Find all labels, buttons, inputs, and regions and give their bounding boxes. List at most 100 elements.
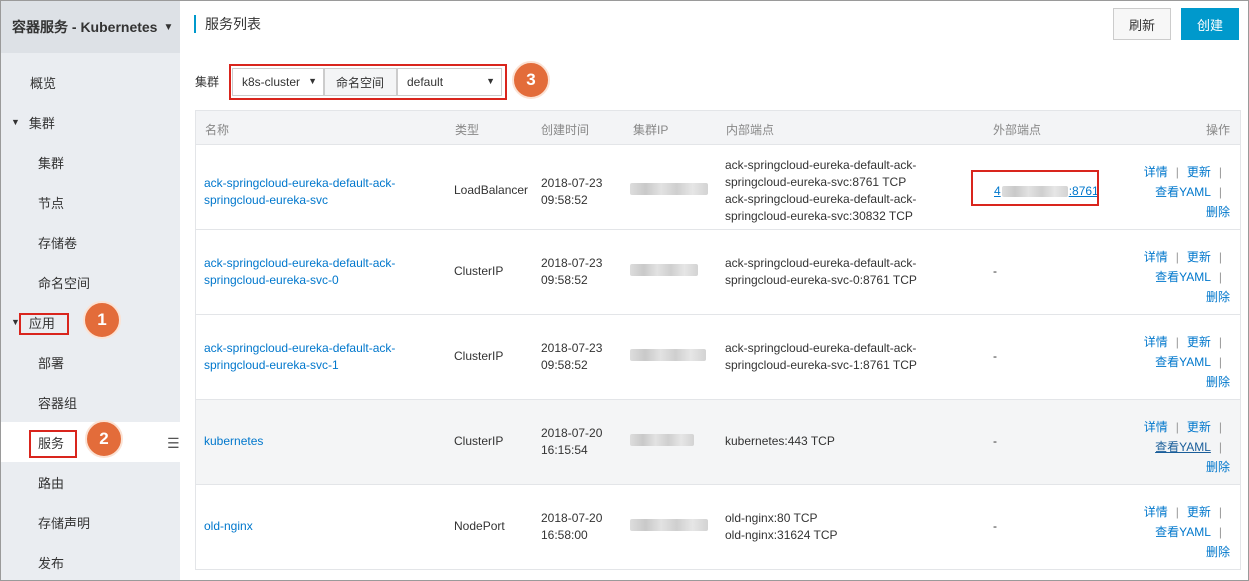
update-link[interactable]: 更新 [1187, 420, 1211, 434]
main-content: 服务列表 刷新 创建 集群 k8s-cluster ▼ 命名空间 default… [181, 1, 1248, 580]
sidebar-item-label: 容器组 [38, 395, 78, 411]
view-yaml-link[interactable]: 查看YAML [1155, 185, 1211, 199]
created-time: 2018-07-20 16:58:00 [541, 510, 602, 544]
service-name-line: springcloud-eureka-svc-0 [204, 273, 339, 287]
highlight-box-external-endpoint [971, 170, 1099, 206]
created-clock: 09:58:52 [541, 358, 588, 372]
detail-link[interactable]: 详情 [1144, 420, 1168, 434]
detail-link[interactable]: 详情 [1144, 505, 1168, 519]
sidebar-collapse-icon[interactable]: ☰ [167, 435, 181, 451]
delete-link[interactable]: 删除 [1206, 290, 1230, 304]
column-header-name: 名称 [205, 123, 230, 137]
separator: | [1218, 335, 1222, 349]
service-name-line: springcloud-eureka-svc-1 [204, 358, 339, 372]
sidebar-item-label: 发布 [38, 555, 65, 571]
product-switcher[interactable]: 容器服务 - Kubernetes ▼ [1, 1, 180, 53]
row-actions: 详情 | 更新 | 查看YAML | 删除 [1120, 162, 1230, 222]
view-yaml-link[interactable]: 查看YAML [1155, 440, 1211, 454]
sidebar-item-nodes[interactable]: 节点 [1, 182, 180, 222]
sidebar-item-pods[interactable]: 容器组 [1, 382, 180, 422]
separator: | [1218, 185, 1222, 199]
service-name-line: springcloud-eureka-svc [204, 193, 329, 207]
separator: | [1175, 335, 1179, 349]
table-row: ack-springcloud-eureka-default-ack- spri… [195, 230, 1241, 315]
delete-link[interactable]: 删除 [1206, 460, 1230, 474]
endpoint-line: ack-springcloud-eureka-default-ack- [725, 341, 917, 355]
service-type: ClusterIP [454, 434, 504, 448]
view-yaml-link[interactable]: 查看YAML [1155, 525, 1211, 539]
service-name-link[interactable]: kubernetes [204, 433, 263, 450]
internal-endpoint: kubernetes:443 TCP [725, 433, 835, 450]
column-header-created: 创建时间 [541, 123, 590, 137]
step-badge-3: 3 [512, 61, 550, 99]
row-actions: 详情 | 更新 | 查看YAML | 删除 [1120, 247, 1230, 307]
service-type: LoadBalancer [454, 183, 529, 197]
delete-link[interactable]: 删除 [1206, 545, 1230, 559]
created-date: 2018-07-23 [541, 256, 603, 270]
table-row: kubernetes ClusterIP 2018-07-20 16:15:54… [195, 400, 1241, 485]
cluster-ip-redacted [630, 434, 694, 446]
internal-endpoint: old-nginx:80 TCP old-nginx:31624 TCP [725, 510, 838, 544]
sidebar-item-label: 部署 [38, 355, 65, 371]
created-time: 2018-07-23 09:58:52 [541, 175, 602, 209]
detail-link[interactable]: 详情 [1144, 165, 1168, 179]
update-link[interactable]: 更新 [1187, 505, 1211, 519]
detail-link[interactable]: 详情 [1144, 250, 1168, 264]
service-name-line: ack-springcloud-eureka-default-ack- [204, 176, 396, 190]
column-header-internal-endpoint: 内部端点 [726, 123, 775, 137]
external-endpoint: - [993, 434, 997, 448]
external-endpoint: - [993, 519, 997, 533]
sidebar-item-label: 概览 [30, 75, 57, 91]
delete-link[interactable]: 删除 [1206, 375, 1230, 389]
refresh-button[interactable]: 刷新 [1113, 8, 1171, 40]
sidebar-item-deployments[interactable]: 部署 [1, 342, 180, 382]
sidebar-item-clusters[interactable]: 集群 [1, 142, 180, 182]
sidebar-item-ingress[interactable]: 路由 [1, 462, 180, 502]
sidebar-item-namespaces[interactable]: 命名空间 [1, 262, 180, 302]
column-header-type: 类型 [455, 123, 480, 137]
table-header: 名称 类型 创建时间 集群IP 内部端点 外部端点 操作 [195, 110, 1241, 145]
service-name-line: ack-springcloud-eureka-default-ack- [204, 341, 396, 355]
created-time: 2018-07-23 09:58:52 [541, 340, 602, 374]
create-button[interactable]: 创建 [1181, 8, 1239, 40]
highlight-box-filters [229, 64, 507, 100]
endpoint-line: springcloud-eureka-svc:30832 TCP [725, 209, 913, 223]
view-yaml-link[interactable]: 查看YAML [1155, 355, 1211, 369]
external-endpoint: - [993, 264, 997, 278]
detail-link[interactable]: 详情 [1144, 335, 1168, 349]
sidebar-item-overview[interactable]: 概览 [1, 62, 180, 102]
service-name-link[interactable]: ack-springcloud-eureka-default-ack- spri… [204, 175, 395, 209]
endpoint-line: springcloud-eureka-svc-1:8761 TCP [725, 358, 917, 372]
triangle-down-icon: ▼ [11, 117, 20, 127]
internal-endpoint: ack-springcloud-eureka-default-ack- spri… [725, 157, 916, 225]
service-type: ClusterIP [454, 264, 504, 278]
update-link[interactable]: 更新 [1187, 335, 1211, 349]
separator: | [1218, 525, 1222, 539]
sidebar-item-volumes[interactable]: 存储卷 [1, 222, 180, 262]
sidebar-item-label: 集群 [38, 155, 65, 171]
service-name-link[interactable]: ack-springcloud-eureka-default-ack- spri… [204, 255, 395, 289]
separator: | [1218, 270, 1222, 284]
separator: | [1175, 250, 1179, 264]
update-link[interactable]: 更新 [1187, 250, 1211, 264]
sidebar-group-label: 集群 [28, 115, 55, 131]
created-date: 2018-07-20 [541, 426, 603, 440]
sidebar-item-release[interactable]: 发布 [1, 542, 180, 580]
update-link[interactable]: 更新 [1187, 165, 1211, 179]
service-name-link[interactable]: old-nginx [204, 518, 253, 535]
sidebar-group-clusters[interactable]: ▼ 集群 [1, 102, 180, 142]
service-name-link[interactable]: ack-springcloud-eureka-default-ack- spri… [204, 340, 395, 374]
row-actions: 详情 | 更新 | 查看YAML | 删除 [1120, 417, 1230, 477]
cluster-ip-redacted [630, 264, 698, 276]
endpoint-line: old-nginx:31624 TCP [725, 528, 838, 542]
created-time: 2018-07-20 16:15:54 [541, 425, 602, 459]
row-actions: 详情 | 更新 | 查看YAML | 删除 [1120, 332, 1230, 392]
endpoint-line: ack-springcloud-eureka-default-ack- [725, 192, 917, 206]
sidebar-item-pvc[interactable]: 存储声明 [1, 502, 180, 542]
app-window: 容器服务 - Kubernetes ▼ 概览 ▼ 集群 集群 节点 存储卷 命名空… [0, 0, 1249, 581]
delete-link[interactable]: 删除 [1206, 205, 1230, 219]
separator: | [1218, 250, 1222, 264]
separator: | [1218, 505, 1222, 519]
created-clock: 09:58:52 [541, 273, 588, 287]
view-yaml-link[interactable]: 查看YAML [1155, 270, 1211, 284]
